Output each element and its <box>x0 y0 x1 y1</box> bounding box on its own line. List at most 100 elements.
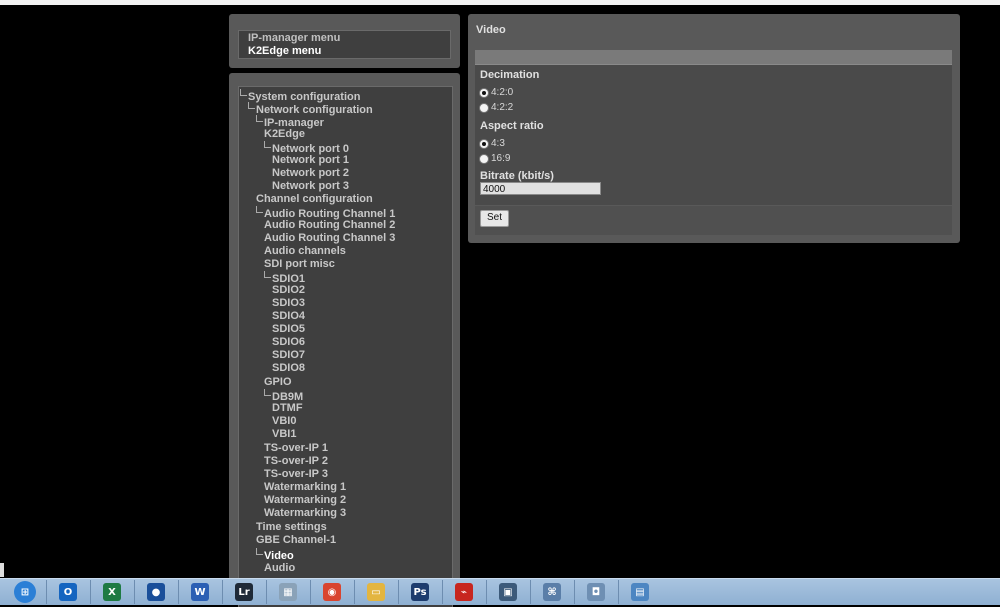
tree-item-label: SDIO3 <box>272 297 306 309</box>
taskbar-separator <box>134 580 135 604</box>
tree-item[interactable]: SDIO5 <box>264 323 305 336</box>
taskbar-separator <box>486 580 487 604</box>
aspect-option-16-9[interactable]: 16:9 <box>479 153 510 164</box>
tree-item[interactable]: Audio <box>256 562 295 575</box>
tree-item[interactable]: Channel configuration <box>248 193 373 206</box>
video-form-footer: Set <box>475 206 952 235</box>
tree-item[interactable]: Audio Routing Channel 2 <box>256 219 395 232</box>
tree-item[interactable]: Time settings <box>248 521 327 534</box>
bitrate-input[interactable]: 4000 <box>480 182 601 195</box>
tree-item-label: SDIO5 <box>272 323 306 335</box>
tree-item[interactable]: DTMF <box>264 402 303 415</box>
taskbar-app-button[interactable]: ▣ <box>489 581 527 603</box>
radio-checked-icon[interactable] <box>479 138 489 149</box>
taskbar-app-button[interactable]: Lr <box>225 581 263 603</box>
tree-item[interactable]: K2Edge <box>256 128 305 141</box>
tree-item-label: TS-over-IP 1 <box>264 442 328 454</box>
tree-item-label: SDIO6 <box>272 336 306 348</box>
tree-connector-icon <box>256 548 263 555</box>
taskbar-separator <box>354 580 355 604</box>
taskbar-app-button[interactable]: Ps <box>401 581 439 603</box>
tree-item-label: Audio channels <box>264 245 346 257</box>
tree-item-label: Watermarking 2 <box>264 494 347 506</box>
tree-item[interactable]: TS-over-IP 2 <box>256 455 328 468</box>
ip-manager-menu-link[interactable]: IP-manager menu <box>248 32 340 45</box>
taskbar-app-button[interactable]: ▤ <box>621 581 659 603</box>
aspect-ratio-label: Aspect ratio <box>480 120 544 132</box>
aspect-option-label: 16:9 <box>491 153 511 164</box>
taskbar-app-button[interactable]: X <box>93 581 131 603</box>
tree-item-label: Network port 1 <box>272 154 350 166</box>
tree-item[interactable]: Network port 1 <box>264 154 349 167</box>
tree-item[interactable]: Video <box>256 548 294 563</box>
camera-tool-icon: ◘ <box>587 583 605 601</box>
radio-checked-icon[interactable] <box>479 87 489 98</box>
tree-item[interactable]: SDI port misc <box>256 258 335 271</box>
tree-item[interactable]: Network port 3 <box>264 180 349 193</box>
tree-connector-icon <box>264 141 271 148</box>
decimation-option-422[interactable]: 4:2:2 <box>479 102 513 113</box>
globe-icon: ● <box>147 583 165 601</box>
tree-item-label: SDI port misc <box>264 258 335 270</box>
tree-item[interactable]: SDIO3 <box>264 297 305 310</box>
tree-item[interactable]: GBE Channel-1 <box>248 534 336 547</box>
taskbar-app-button[interactable]: ▦ <box>269 581 307 603</box>
tree-item[interactable]: TS-over-IP 1 <box>256 442 328 455</box>
tree-item-label: GBE Channel-1 <box>256 534 337 546</box>
tree-item-label: TS-over-IP 2 <box>264 455 328 467</box>
folder-icon: ▭ <box>367 583 385 601</box>
tree-item[interactable]: TS-over-IP 3 <box>256 468 328 481</box>
taskbar-app-button[interactable]: ⌁ <box>445 581 483 603</box>
tree-connector-icon <box>256 206 263 213</box>
aspect-option-4-3[interactable]: 4:3 <box>479 138 505 149</box>
taskbar-app-button[interactable]: ⊞ <box>6 581 44 603</box>
tree-item-label: VBI0 <box>272 415 297 427</box>
taskbar-separator <box>442 580 443 604</box>
tree-item[interactable]: Watermarking 3 <box>256 507 346 520</box>
bitrate-label: Bitrate (kbit/s) <box>480 170 554 182</box>
tree-item-label: Audio <box>264 562 296 574</box>
set-button[interactable]: Set <box>480 210 509 227</box>
tree-item-label: Audio Routing Channel 2 <box>264 219 396 231</box>
lightroom-icon: Lr <box>235 583 253 601</box>
tree-item[interactable]: VBI0 <box>264 415 296 428</box>
tree-item[interactable]: SDIO6 <box>264 336 305 349</box>
taskbar-separator <box>90 580 91 604</box>
tree-item-label: SDIO8 <box>272 362 306 374</box>
radio-unchecked-icon[interactable] <box>479 102 489 113</box>
taskbar-separator <box>46 580 47 604</box>
taskbar-app-button[interactable]: ▭ <box>357 581 395 603</box>
k2edge-menu-link[interactable]: K2Edge menu <box>248 45 321 58</box>
taskbar-app-button[interactable]: W <box>181 581 219 603</box>
taskbar-app-button[interactable]: ● <box>137 581 175 603</box>
acrobat-icon: ⌁ <box>455 583 473 601</box>
decimation-option-420[interactable]: 4:2:0 <box>479 87 513 98</box>
tree-item[interactable]: GPIO <box>256 376 292 389</box>
outlook-icon: O <box>59 583 77 601</box>
taskbar-app-button[interactable]: ⌘ <box>533 581 571 603</box>
tree-item[interactable]: Network port 2 <box>264 167 349 180</box>
tree-item[interactable]: Watermarking 1 <box>256 481 346 494</box>
tree-item[interactable]: SDIO2 <box>264 284 305 297</box>
decimation-option-label: 4:2:0 <box>491 87 514 98</box>
tree-item[interactable]: Audio Routing Channel 3 <box>256 232 395 245</box>
tree-item[interactable]: Watermarking 2 <box>256 494 346 507</box>
menu-panel-inner: IP-manager menu K2Edge menu <box>238 30 451 59</box>
photoshop-icon: Ps <box>411 583 429 601</box>
tree-item[interactable]: SDIO7 <box>264 349 305 362</box>
tree-item[interactable]: Audio channels <box>256 245 346 258</box>
decimation-label: Decimation <box>480 69 540 81</box>
video-panel-title: Video <box>476 24 506 36</box>
radio-unchecked-icon[interactable] <box>479 153 489 164</box>
tree-item[interactable]: SDIO4 <box>264 310 305 323</box>
tree-item-label: VBI1 <box>272 428 297 440</box>
taskbar-app-button[interactable]: ◉ <box>313 581 351 603</box>
start-orb-icon: ⊞ <box>14 581 36 603</box>
taskbar-app-button[interactable]: ◘ <box>577 581 615 603</box>
decimation-option-label: 4:2:2 <box>491 102 514 113</box>
chrome-icon: ◉ <box>323 583 341 601</box>
tree-item[interactable]: VBI1 <box>264 428 296 441</box>
tree-item[interactable]: SDIO8 <box>264 362 305 375</box>
taskbar-app-button[interactable]: O <box>49 581 87 603</box>
network-tool-icon: ⌘ <box>543 583 561 601</box>
